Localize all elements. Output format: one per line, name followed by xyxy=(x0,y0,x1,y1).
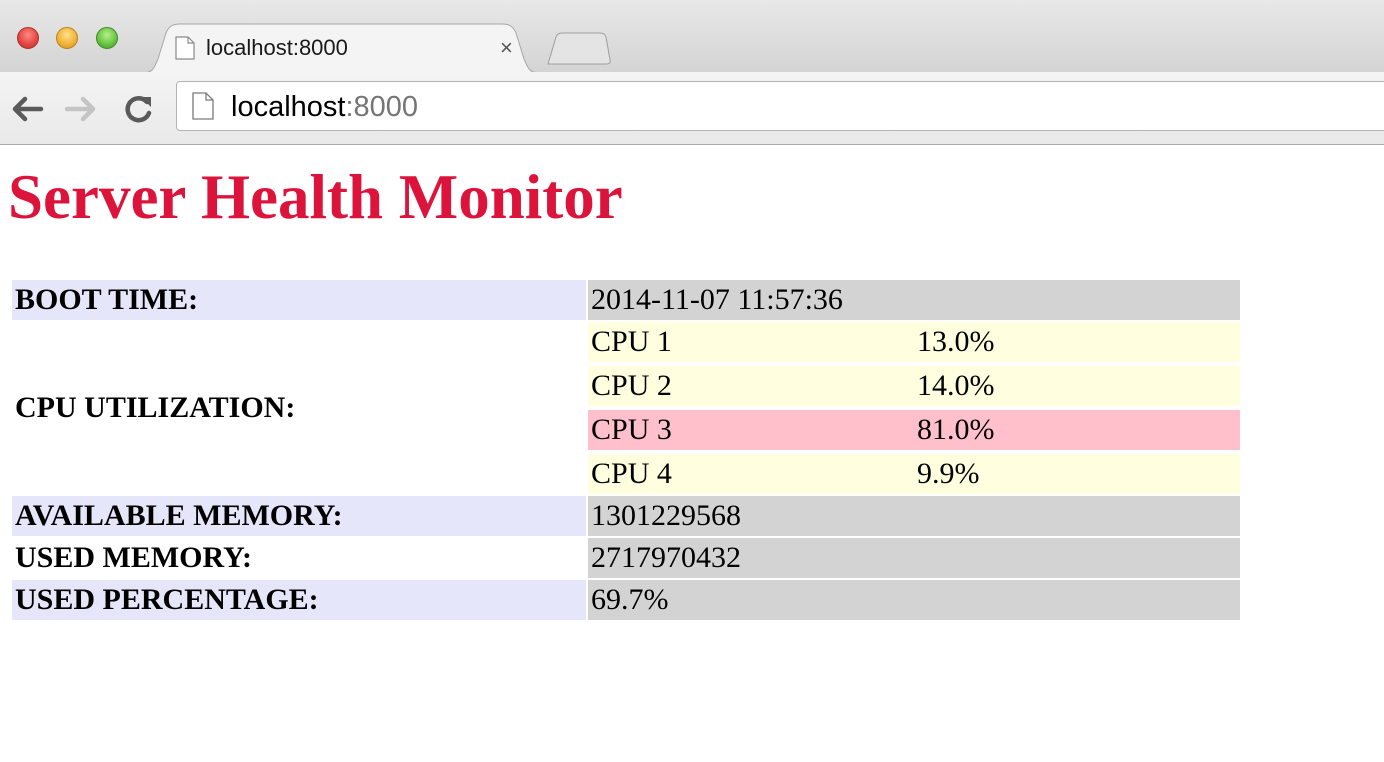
available-memory-value: 1301229568 xyxy=(588,496,1240,536)
cpu-value: 81.0% xyxy=(914,410,1240,450)
address-bar[interactable]: localhost:8000 xyxy=(176,81,1384,131)
back-arrow-icon[interactable] xyxy=(10,94,44,124)
cpu-table: CPU 1 13.0% CPU 2 14.0% CPU 3 81.0% CPU … xyxy=(588,318,1240,498)
cpu-value: 14.0% xyxy=(914,366,1240,406)
browser-chrome: localhost:8000 × localhost:8000 xyxy=(0,0,1384,145)
boot-time-value: 2014-11-07 11:57:36 xyxy=(588,280,1240,320)
cpu-row: CPU 1 13.0% xyxy=(588,322,1240,362)
reload-icon[interactable] xyxy=(122,94,156,124)
cpu-value: 9.9% xyxy=(914,454,1240,494)
stats-table: BOOT TIME: 2014-11-07 11:57:36 CPU UTILI… xyxy=(10,278,1242,622)
cpu-utilization-cell: CPU 1 13.0% CPU 2 14.0% CPU 3 81.0% CPU … xyxy=(588,322,1240,494)
cpu-name: CPU 3 xyxy=(588,410,914,450)
address-port: :8000 xyxy=(345,91,419,123)
available-memory-label: AVAILABLE MEMORY: xyxy=(12,496,586,536)
page-icon xyxy=(175,36,195,65)
used-percentage-label: USED PERCENTAGE: xyxy=(12,580,586,620)
cpu-row-high: CPU 3 81.0% xyxy=(588,410,1240,450)
cpu-name: CPU 4 xyxy=(588,454,914,494)
used-memory-value: 2717970432 xyxy=(588,538,1240,578)
address-text: localhost:8000 xyxy=(231,91,418,123)
used-memory-label: USED MEMORY: xyxy=(15,541,253,574)
page-icon xyxy=(192,92,214,125)
toolbar: localhost:8000 xyxy=(0,72,1384,145)
minimize-window-button[interactable] xyxy=(56,27,78,49)
page-title: Server Health Monitor xyxy=(8,162,623,232)
cpu-row: CPU 4 9.9% xyxy=(588,454,1240,494)
cpu-name: CPU 2 xyxy=(588,366,914,406)
boot-time-label: BOOT TIME: xyxy=(12,280,586,320)
available-memory-row: AVAILABLE MEMORY: 1301229568 xyxy=(12,496,1240,536)
close-icon[interactable]: × xyxy=(500,35,513,61)
used-percentage-value: 69.7% xyxy=(588,580,1240,620)
close-window-button[interactable] xyxy=(17,27,39,49)
maximize-window-button[interactable] xyxy=(96,27,118,49)
used-percentage-row: USED PERCENTAGE: 69.7% xyxy=(12,580,1240,620)
cpu-utilization-row: CPU UTILIZATION: CPU 1 13.0% CPU 2 14.0%… xyxy=(12,322,1240,494)
used-memory-row: USED MEMORY: 2717970432 xyxy=(12,538,1240,578)
boot-time-row: BOOT TIME: 2014-11-07 11:57:36 xyxy=(12,280,1240,320)
cpu-utilization-label: CPU UTILIZATION: xyxy=(15,391,296,424)
browser-tab[interactable]: localhost:8000 × xyxy=(142,23,540,73)
cpu-name: CPU 1 xyxy=(588,322,914,362)
new-tab-button[interactable] xyxy=(546,32,612,71)
tab-strip: localhost:8000 × xyxy=(0,0,1384,73)
cpu-value: 13.0% xyxy=(914,322,1240,362)
forward-arrow-icon[interactable] xyxy=(64,94,98,124)
cpu-row: CPU 2 14.0% xyxy=(588,366,1240,406)
tab-title: localhost:8000 xyxy=(206,35,348,60)
address-host: localhost xyxy=(231,91,346,123)
